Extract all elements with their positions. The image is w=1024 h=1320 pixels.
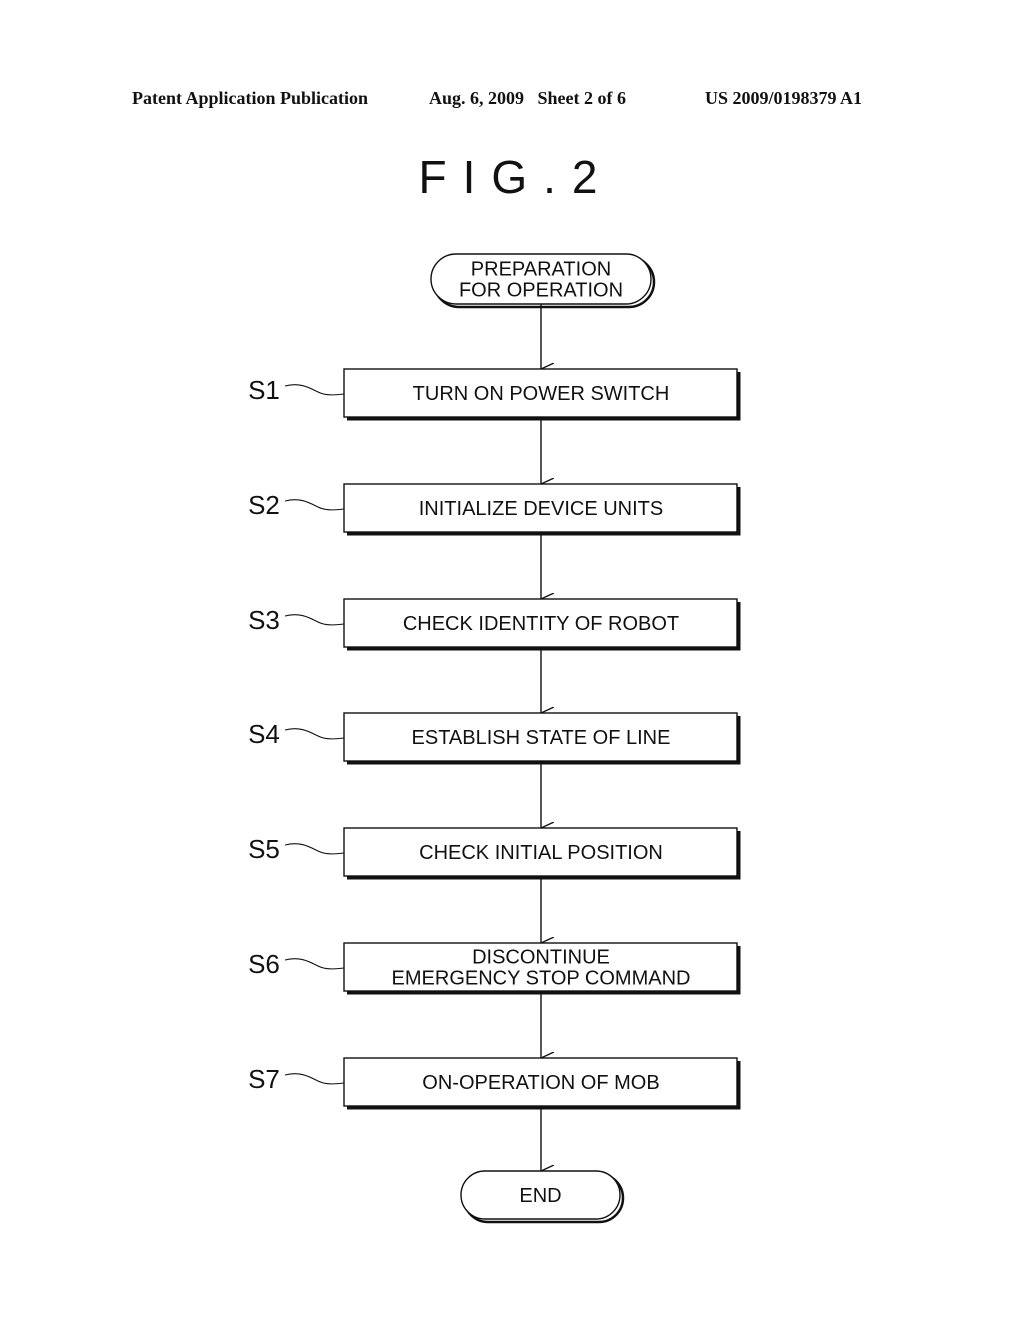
step-text: CHECK IDENTITY OF ROBOT <box>403 613 679 635</box>
step-text: ON-OPERATION OF MOB <box>422 1072 659 1094</box>
start-terminal-text: PREPARATION <box>471 259 611 281</box>
step-text: TURN ON POWER SWITCH <box>413 383 670 405</box>
step-label: S1 <box>248 375 280 405</box>
step-label: S5 <box>248 834 280 864</box>
leader-line <box>284 499 345 511</box>
step-label: S3 <box>248 605 280 635</box>
leader-line <box>284 843 345 855</box>
step-label: S4 <box>248 719 280 749</box>
leader-line <box>284 728 345 740</box>
start-terminal-text: FOR OPERATION <box>459 280 623 302</box>
step-label: S2 <box>248 490 280 520</box>
leader-line <box>284 384 345 396</box>
step-text: EMERGENCY STOP COMMAND <box>392 968 691 990</box>
step-text: CHECK INITIAL POSITION <box>419 842 663 864</box>
leader-line <box>284 614 345 626</box>
step-text: DISCONTINUE <box>472 947 610 969</box>
step-text: ESTABLISH STATE OF LINE <box>412 727 671 749</box>
step-label: S6 <box>248 949 280 979</box>
step-text: INITIALIZE DEVICE UNITS <box>419 498 663 520</box>
step-label: S7 <box>248 1064 280 1094</box>
end-terminal-text: END <box>519 1185 561 1207</box>
leader-line <box>284 1073 345 1085</box>
flowchart: PREPARATIONFOR OPERATION S1 TURN ON POWER … <box>248 253 741 1224</box>
leader-line <box>284 958 345 970</box>
